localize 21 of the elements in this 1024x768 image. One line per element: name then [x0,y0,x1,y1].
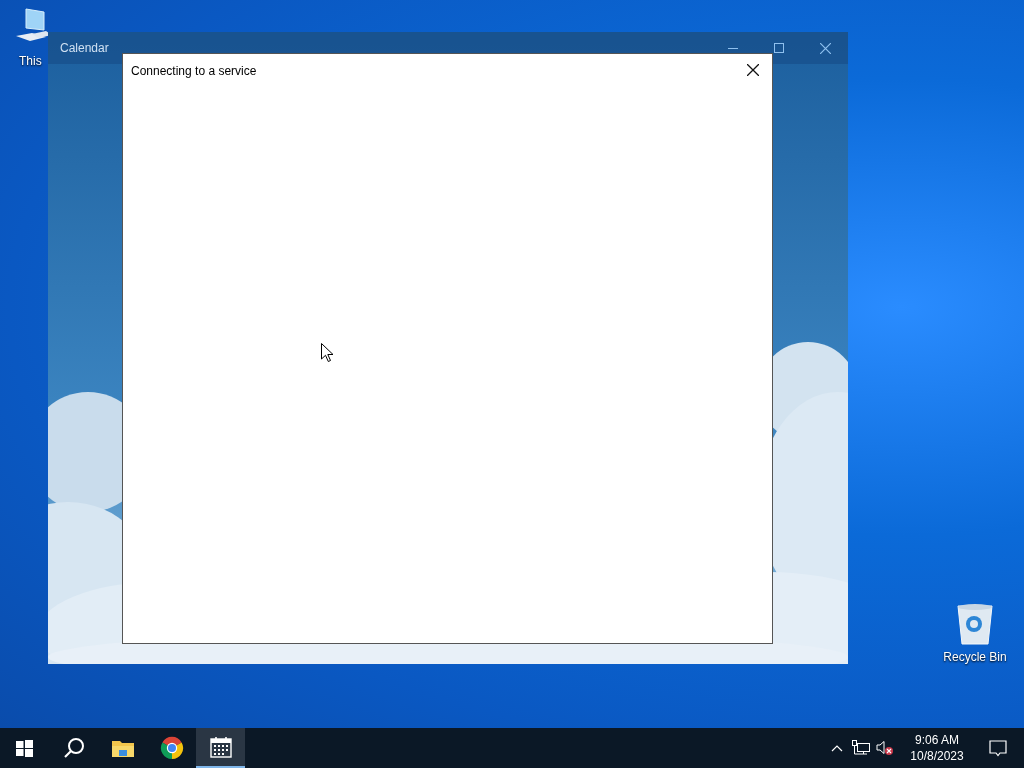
calendar-icon [209,736,232,758]
notification-icon [989,739,1007,757]
chrome-icon [159,736,184,760]
search-icon [62,737,85,759]
recycle-bin-icon [955,602,995,646]
close-icon [819,42,831,54]
chevron-up-icon [831,744,843,752]
desktop-icon-label[interactable]: Recycle Bin [943,648,1007,666]
muted-speaker-icon [876,740,894,756]
window-title: Calendar [60,40,109,57]
folder-icon [110,738,135,758]
desktop-icon-label[interactable]: This [19,52,42,70]
maximize-icon [774,43,784,53]
calendar-button[interactable] [196,728,245,768]
network-icon [852,740,870,756]
clock-date[interactable]: 10/8/2023 [910,748,964,764]
cursor-icon [321,343,334,362]
clock-time[interactable]: 9:06 AM [915,732,959,748]
close-icon [747,64,759,76]
windows-logo-icon [16,739,33,757]
dialog-title: Connecting to a service [131,63,257,80]
